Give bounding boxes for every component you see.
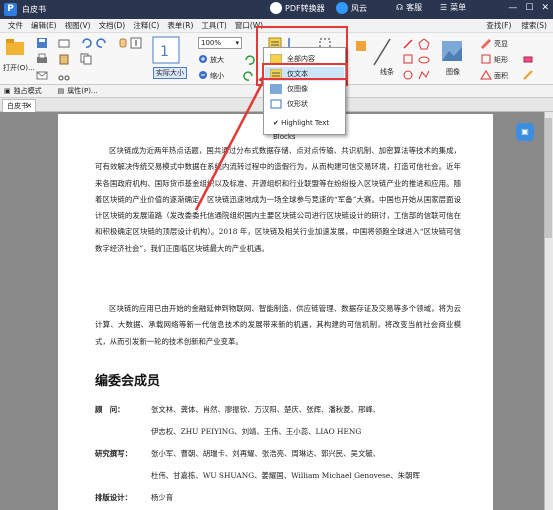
image-only-icon: [270, 84, 282, 94]
dropdown-item-shape-only[interactable]: 仅形状: [265, 97, 344, 111]
checkmark-icon: ✔: [273, 119, 279, 127]
highlight-box-text-only: [262, 63, 348, 80]
highlight-dropdown-menu: 全部内容 仅文本 仅图像 仅形状 ✔ Highlight Text Blocks: [263, 47, 346, 141]
shape-only-icon: [270, 99, 282, 109]
dropdown-item-image-only[interactable]: 仅图像: [265, 82, 344, 96]
dropdown-item-highlight-text-blocks[interactable]: ✔ Highlight Text Blocks: [265, 116, 344, 141]
